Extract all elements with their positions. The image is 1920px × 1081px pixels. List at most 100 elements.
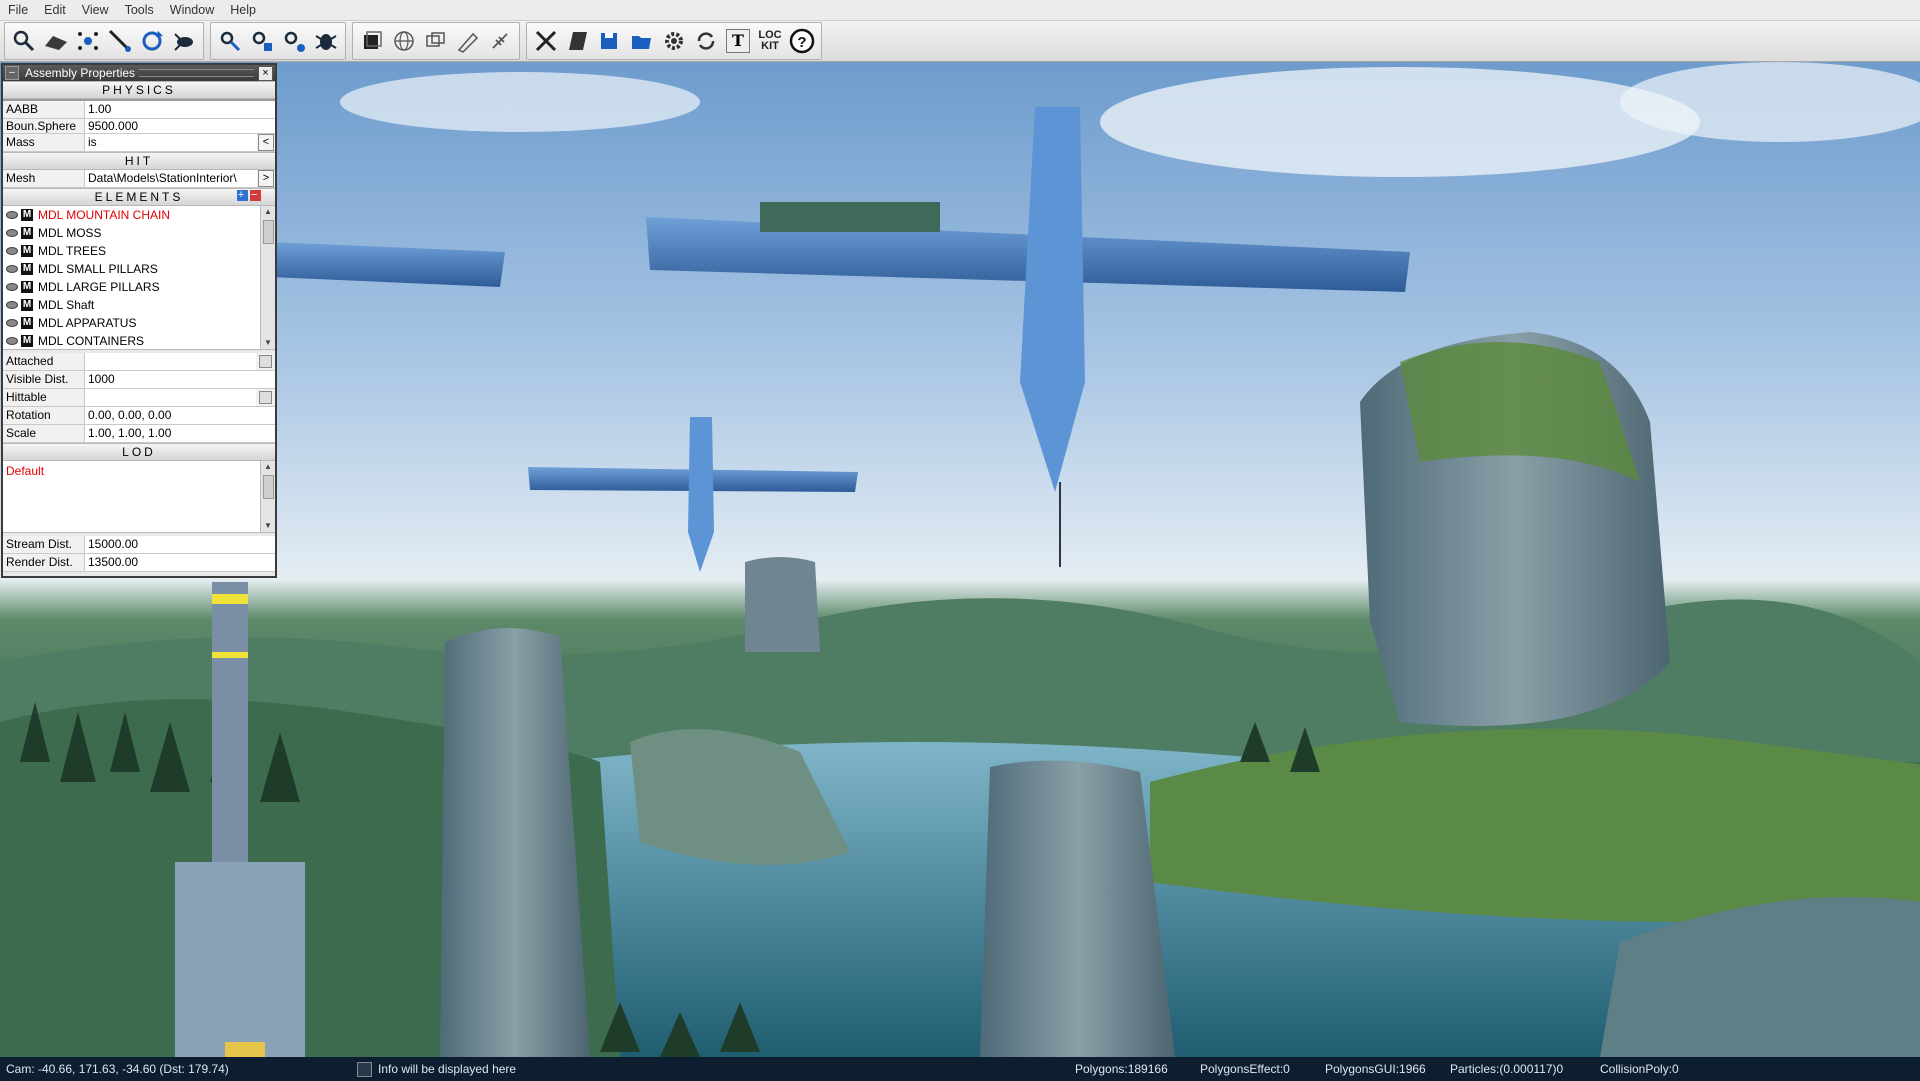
bound-sphere-field[interactable]: 9500.000 — [85, 119, 275, 133]
eye-icon[interactable] — [6, 229, 18, 237]
element-item[interactable]: M MDL SMALL PILLARS — [3, 260, 275, 278]
rotate-tool-button[interactable] — [138, 25, 166, 57]
element-item[interactable]: M MDL MOSS — [3, 224, 275, 242]
model-icon: M — [21, 281, 33, 293]
physics-section-header[interactable]: PHYSICS — [3, 81, 275, 99]
lod-scrollbar[interactable]: ▲ ▼ — [260, 461, 275, 532]
link-tool-icon — [284, 31, 305, 52]
save-button[interactable] — [596, 25, 624, 57]
mass-field[interactable]: is — [85, 134, 257, 151]
link-tool-button[interactable] — [280, 25, 308, 57]
menu-window[interactable]: Window — [162, 3, 222, 17]
stream-dist-field[interactable]: 15000.00 — [85, 536, 275, 553]
notes-button[interactable] — [564, 25, 592, 57]
box-button[interactable] — [358, 25, 386, 57]
element-label: MDL TREES — [38, 244, 107, 258]
stream-dist-label: Stream Dist. — [3, 536, 85, 553]
scroll-thumb[interactable] — [263, 220, 274, 244]
mass-collapse-button[interactable]: < — [258, 134, 274, 151]
brush-icon — [457, 32, 479, 53]
scale-field[interactable]: 1.00, 1.00, 1.00 — [85, 425, 275, 442]
creature-tool-icon — [174, 33, 193, 51]
scroll-down-icon[interactable]: ▼ — [261, 337, 275, 349]
attached-field[interactable] — [85, 353, 256, 370]
open-folder-button[interactable] — [628, 25, 656, 57]
toolbar-group-objects — [352, 22, 520, 60]
elements-section-header[interactable]: ELEMENTS + − — [3, 188, 275, 206]
render-dist-field[interactable]: 13500.00 — [85, 554, 275, 571]
visible-dist-field[interactable]: 1000 — [85, 371, 275, 388]
menu-file[interactable]: File — [0, 3, 36, 17]
hittable-field[interactable] — [85, 389, 256, 406]
eye-icon[interactable] — [6, 319, 18, 327]
attached-row: Attached — [3, 353, 275, 371]
eye-icon[interactable] — [6, 337, 18, 345]
creature-tool-button[interactable] — [170, 25, 198, 57]
scale-tool-button[interactable] — [248, 25, 276, 57]
lod-list[interactable]: Default ▲ ▼ — [3, 461, 275, 533]
transform-tool-button[interactable] — [216, 25, 244, 57]
settings-button[interactable] — [660, 25, 688, 57]
elements-header-label: ELEMENTS — [94, 190, 184, 204]
eye-icon[interactable] — [6, 265, 18, 273]
panel-close-button[interactable]: × — [258, 65, 273, 81]
scroll-down-icon[interactable]: ▼ — [261, 520, 275, 532]
particle-tool-button[interactable] — [74, 25, 102, 57]
scroll-thumb[interactable] — [263, 475, 274, 499]
globe-button[interactable] — [390, 25, 418, 57]
mesh-browse-button[interactable]: > — [258, 170, 274, 187]
info-checkbox[interactable] — [357, 1061, 372, 1077]
tools-button[interactable] — [532, 25, 560, 57]
lod-section-header[interactable]: LOD — [3, 443, 275, 461]
toolbar-group-utilities: T LOC KIT ? — [526, 22, 822, 60]
loc-kit-button[interactable]: LOC KIT — [756, 25, 784, 57]
remove-element-icon[interactable]: − — [250, 190, 261, 201]
element-item[interactable]: M MDL CONTAINERS — [3, 332, 275, 350]
panel-titlebar[interactable]: – Assembly Properties × — [3, 65, 275, 81]
eye-icon[interactable] — [6, 283, 18, 291]
attached-checkbox[interactable] — [259, 355, 272, 368]
eye-icon[interactable] — [6, 247, 18, 255]
elements-scrollbar[interactable]: ▲ ▼ — [260, 206, 275, 349]
element-item[interactable]: M MDL Shaft — [3, 296, 275, 314]
menu-tools[interactable]: Tools — [117, 3, 162, 17]
aabb-field[interactable]: 1.00 — [85, 101, 275, 118]
mesh-field[interactable]: Data\Models\StationInterior\ — [85, 170, 257, 187]
menu-view[interactable]: View — [74, 3, 117, 17]
lod-default-item[interactable]: Default — [3, 461, 275, 481]
panel-minimize-button[interactable]: – — [5, 66, 19, 80]
rotation-field[interactable]: 0.00, 0.00, 0.00 — [85, 407, 275, 424]
snap-tool-icon — [108, 29, 131, 52]
select-tool-button[interactable] — [10, 25, 38, 57]
refresh-button[interactable] — [692, 25, 720, 57]
element-item[interactable]: M MDL TREES — [3, 242, 275, 260]
element-item[interactable]: M MDL MOUNTAIN CHAIN — [3, 206, 275, 224]
snap-tool-button[interactable] — [106, 25, 134, 57]
scroll-up-icon[interactable]: ▲ — [261, 206, 275, 218]
terrain-tool-button[interactable] — [42, 25, 70, 57]
element-item[interactable]: M MDL APPARATUS — [3, 314, 275, 332]
layers-button[interactable] — [422, 25, 450, 57]
add-element-icon[interactable]: + — [237, 190, 248, 201]
text-tool-button[interactable]: T — [724, 25, 752, 57]
tree-button[interactable] — [486, 25, 514, 57]
render-dist-row: Render Dist. 13500.00 — [3, 554, 275, 572]
help-button[interactable]: ? — [788, 25, 816, 57]
hittable-checkbox[interactable] — [259, 391, 272, 404]
debug-tool-button[interactable] — [312, 25, 340, 57]
brush-button[interactable] — [454, 25, 482, 57]
element-item[interactable]: M MDL LARGE PILLARS — [3, 278, 275, 296]
scroll-up-icon[interactable]: ▲ — [261, 461, 275, 473]
panel-drag-grip[interactable] — [139, 69, 254, 77]
eye-icon[interactable] — [6, 211, 18, 219]
settings-gear-icon — [665, 32, 683, 50]
eye-icon[interactable] — [6, 301, 18, 309]
menu-help[interactable]: Help — [222, 3, 264, 17]
hit-section-header[interactable]: HIT — [3, 152, 275, 170]
menu-edit[interactable]: Edit — [36, 3, 74, 17]
globe-icon — [394, 31, 414, 51]
model-icon: M — [21, 227, 33, 239]
render-dist-label: Render Dist. — [3, 554, 85, 571]
3d-viewport[interactable] — [0, 62, 1920, 1057]
space-station-small — [528, 417, 858, 572]
